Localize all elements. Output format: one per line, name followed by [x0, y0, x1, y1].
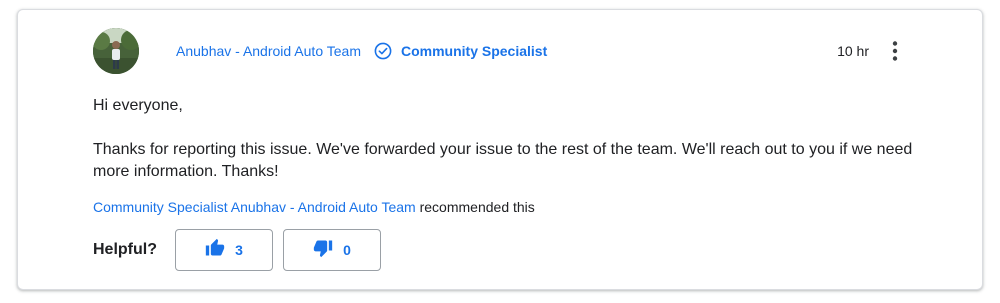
avatar[interactable] [93, 28, 139, 74]
greeting-text: Hi everyone, [93, 97, 183, 114]
downvote-count: 0 [343, 242, 351, 258]
verified-check-icon [374, 42, 392, 60]
message-text: Thanks for reporting this issue. We've f… [93, 141, 913, 180]
message-body: Hi everyone, Thanks for reporting this i… [93, 95, 923, 183]
post-header: Anubhav - Android Auto Team Community Sp… [176, 42, 547, 60]
recommender-name[interactable]: Anubhav - Android Auto Team [231, 199, 416, 215]
recommendation-suffix: recommended this [419, 199, 535, 215]
helpful-label: Helpful? [93, 241, 157, 258]
role-badge: Community Specialist [400, 43, 548, 59]
timestamp: 10 hr [837, 43, 869, 59]
reply-card: Anubhav - Android Auto Team Community Sp… [17, 9, 983, 290]
more-vert-icon[interactable] [884, 39, 906, 63]
thumb-down-icon [313, 238, 333, 263]
recommender-role: Community Specialist [93, 199, 228, 215]
upvote-button[interactable]: 3 [175, 229, 273, 271]
recommendation-line: Community Specialist Anubhav - Android A… [93, 199, 535, 215]
downvote-button[interactable]: 0 [283, 229, 381, 271]
author-name[interactable]: Anubhav - Android Auto Team [176, 43, 361, 59]
thumb-up-icon [205, 238, 225, 263]
avatar-photo [93, 28, 139, 74]
upvote-count: 3 [235, 242, 243, 258]
